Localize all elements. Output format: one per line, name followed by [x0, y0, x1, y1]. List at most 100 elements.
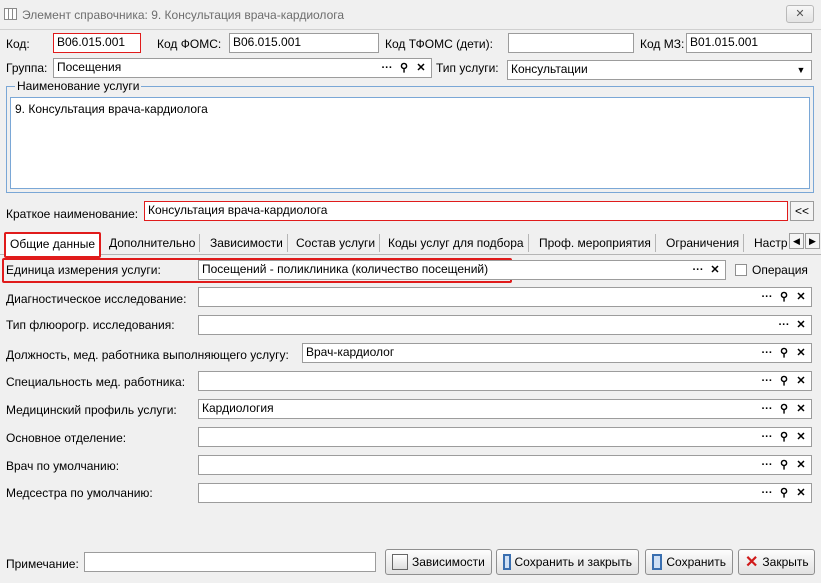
specialty-label: Специальность мед. работника: — [6, 375, 186, 389]
operation-checkbox[interactable] — [735, 264, 747, 276]
specialty-field[interactable]: ··· ⚲ ✕ — [198, 371, 812, 391]
tfoms-label: Код ТФОМС (дети): — [385, 37, 493, 51]
foms-field[interactable]: В06.015.001 — [229, 33, 379, 53]
position-field[interactable]: Врач-кардиолог ··· ⚲ ✕ — [302, 343, 812, 363]
position-search-icon[interactable]: ⚲ — [777, 346, 791, 360]
fluoro-field[interactable]: ··· ✕ — [198, 315, 812, 335]
default-doctor-search-icon[interactable]: ⚲ — [777, 458, 791, 472]
close-button-label: Закрыть — [762, 555, 809, 569]
default-doctor-field[interactable]: ··· ⚲ ✕ — [198, 455, 812, 475]
service-name-group: Наименование услуги 9. Консультация врач… — [6, 79, 814, 193]
unit-clear-icon[interactable]: ✕ — [708, 263, 722, 277]
mz-label: Код МЗ: — [640, 37, 685, 51]
dependencies-button-label: Зависимости — [412, 555, 485, 569]
position-dots-icon[interactable]: ··· — [760, 346, 774, 360]
close-icon: ✕ — [745, 554, 759, 571]
unit-select-dots-icon[interactable]: ··· — [691, 263, 705, 277]
save-close-button-label: Сохранить и закрыть — [514, 555, 632, 569]
profile-search-icon[interactable]: ⚲ — [777, 402, 791, 416]
service-type-value: Консультации — [511, 62, 588, 76]
default-doctor-clear-icon[interactable]: ✕ — [794, 458, 808, 472]
save-close-button[interactable]: Сохранить и закрыть — [496, 549, 639, 575]
profile-value: Кардиология — [202, 401, 274, 415]
group-search-icon[interactable]: ⚲ — [397, 61, 411, 75]
diagnostic-field[interactable]: ··· ⚲ ✕ — [198, 287, 812, 307]
department-search-icon[interactable]: ⚲ — [777, 430, 791, 444]
tab-additional[interactable]: Дополнительно — [105, 234, 201, 252]
close-button[interactable]: ✕ Закрыть — [738, 549, 815, 575]
profile-field[interactable]: Кардиология ··· ⚲ ✕ — [198, 399, 812, 419]
tab-restrictions[interactable]: Ограничения — [662, 234, 745, 252]
service-type-select[interactable]: Консультации ▼ — [507, 60, 812, 80]
save-button[interactable]: Сохранить — [645, 549, 733, 575]
department-dots-icon[interactable]: ··· — [760, 430, 774, 444]
window-close-button[interactable]: ✕ — [786, 5, 814, 23]
operation-label: Операция — [752, 263, 808, 277]
window-title: Элемент справочника: 9. Консультация вра… — [22, 8, 345, 22]
fluoro-clear-icon[interactable]: ✕ — [794, 318, 808, 332]
tab-prof-measures[interactable]: Проф. мероприятия — [535, 234, 656, 252]
short-name-label: Краткое наименование: — [6, 207, 139, 221]
short-name-field[interactable]: Консультация врача-кардиолога — [144, 201, 788, 221]
position-clear-icon[interactable]: ✕ — [794, 346, 808, 360]
department-clear-icon[interactable]: ✕ — [794, 430, 808, 444]
unit-label: Единица измерения услуги: — [6, 263, 161, 277]
note-field[interactable] — [84, 552, 376, 572]
unit-value: Посещений - поликлиника (количество посе… — [202, 262, 489, 276]
fluoro-label: Тип флюорогр. исследования: — [6, 318, 175, 332]
group-label: Группа: — [6, 61, 48, 75]
window-app-icon — [4, 8, 17, 20]
tab-scroll-left-icon[interactable]: ◀ — [789, 233, 804, 249]
specialty-dots-icon[interactable]: ··· — [760, 374, 774, 388]
save-button-label: Сохранить — [666, 555, 726, 569]
kod-label: Код: — [6, 37, 30, 51]
tab-scroll-right-icon[interactable]: ▶ — [805, 233, 820, 249]
fluoro-dots-icon[interactable]: ··· — [777, 318, 791, 332]
profile-label: Медицинский профиль услуги: — [6, 403, 177, 417]
title-bar: Элемент справочника: 9. Консультация вра… — [0, 0, 821, 30]
tab-dependencies[interactable]: Зависимости — [206, 234, 288, 252]
floppy-icon — [503, 554, 511, 570]
specialty-search-icon[interactable]: ⚲ — [777, 374, 791, 388]
default-doctor-label: Врач по умолчанию: — [6, 459, 120, 473]
group-clear-icon[interactable]: ✕ — [414, 61, 428, 75]
group-value: Посещения — [57, 60, 122, 74]
tab-selection-codes[interactable]: Коды услуг для подбора — [384, 234, 529, 252]
tab-general[interactable]: Общие данные — [4, 232, 102, 258]
department-label: Основное отделение: — [6, 431, 127, 445]
default-nurse-label: Медсестра по умолчанию: — [6, 486, 153, 500]
foms-label: Код ФОМС: — [157, 37, 222, 51]
tab-bar: Общие данные Дополнительно Зависимости С… — [0, 229, 821, 258]
diagnostic-search-icon[interactable]: ⚲ — [777, 290, 791, 304]
profile-clear-icon[interactable]: ✕ — [794, 402, 808, 416]
document-check-icon — [392, 554, 408, 570]
unit-field[interactable]: Посещений - поликлиника (количество посе… — [198, 260, 726, 280]
service-name-legend: Наименование услуги — [15, 79, 142, 93]
specialty-clear-icon[interactable]: ✕ — [794, 374, 808, 388]
mz-field[interactable]: В01.015.001 — [686, 33, 812, 53]
tab-composition[interactable]: Состав услуги — [292, 234, 381, 252]
default-doctor-dots-icon[interactable]: ··· — [760, 458, 774, 472]
floppy-icon — [652, 554, 663, 570]
default-nurse-dots-icon[interactable]: ··· — [760, 486, 774, 500]
group-field[interactable]: Посещения ··· ⚲ ✕ — [53, 58, 432, 78]
department-field[interactable]: ··· ⚲ ✕ — [198, 427, 812, 447]
note-label: Примечание: — [6, 557, 79, 571]
kod-field[interactable]: В06.015.001 — [53, 33, 141, 53]
service-type-label: Тип услуги: — [436, 61, 499, 75]
diagnostic-dots-icon[interactable]: ··· — [760, 290, 774, 304]
diagnostic-label: Диагностическое исследование: — [6, 292, 187, 306]
tfoms-field[interactable] — [508, 33, 634, 53]
default-nurse-field[interactable]: ··· ⚲ ✕ — [198, 483, 812, 503]
profile-dots-icon[interactable]: ··· — [760, 402, 774, 416]
default-nurse-clear-icon[interactable]: ✕ — [794, 486, 808, 500]
position-value: Врач-кардиолог — [306, 345, 395, 359]
dependencies-button[interactable]: Зависимости — [385, 549, 492, 575]
position-label: Должность, мед. работника выполняющего у… — [6, 348, 289, 362]
diagnostic-clear-icon[interactable]: ✕ — [794, 290, 808, 304]
copy-short-name-button[interactable]: << — [790, 201, 814, 221]
chevron-down-icon[interactable]: ▼ — [794, 63, 808, 77]
group-select-dots-icon[interactable]: ··· — [380, 61, 394, 75]
service-name-textarea[interactable]: 9. Консультация врача-кардиолога — [10, 97, 810, 189]
default-nurse-search-icon[interactable]: ⚲ — [777, 486, 791, 500]
